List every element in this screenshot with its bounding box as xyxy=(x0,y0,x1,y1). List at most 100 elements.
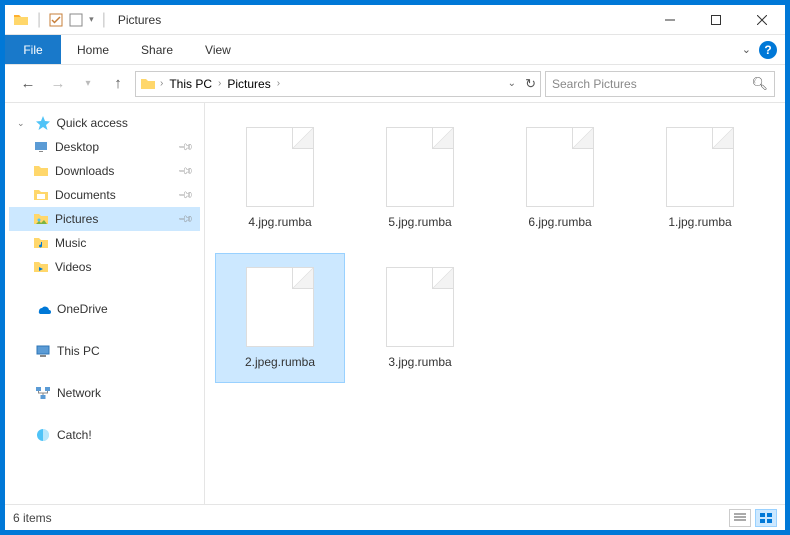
search-input[interactable]: Search Pictures 🔍︎ xyxy=(545,71,775,97)
breadcrumb-thispc[interactable]: This PC xyxy=(167,77,214,91)
sidebar-item-label: Pictures xyxy=(55,212,98,226)
catch-icon xyxy=(35,427,51,443)
file-thumbnail-icon xyxy=(246,127,314,207)
chevron-right-icon[interactable]: › xyxy=(218,78,221,89)
sidebar-item-music[interactable]: Music xyxy=(9,231,200,255)
thumbnails-view-button[interactable] xyxy=(755,509,777,527)
file-item[interactable]: 5.jpg.rumba xyxy=(355,113,485,243)
up-button[interactable]: ↑ xyxy=(105,71,131,97)
tab-view[interactable]: View xyxy=(189,35,247,64)
file-item[interactable]: 3.jpg.rumba xyxy=(355,253,485,383)
file-name: 3.jpg.rumba xyxy=(388,355,451,369)
file-name: 1.jpg.rumba xyxy=(668,215,731,229)
file-item[interactable]: 4.jpg.rumba xyxy=(215,113,345,243)
address-bar[interactable]: › This PC › Pictures › ⌄ ↻ xyxy=(135,71,541,97)
ribbon-expand-icon[interactable]: ⌄ xyxy=(742,43,751,56)
pin-icon: 📌︎ xyxy=(177,187,194,204)
pin-icon: 📌︎ xyxy=(177,163,194,180)
computer-icon xyxy=(35,343,51,359)
star-icon xyxy=(35,115,51,131)
sidebar-item-label: Documents xyxy=(55,188,116,202)
back-button[interactable]: ← xyxy=(15,71,41,97)
refresh-icon[interactable]: ↻ xyxy=(525,76,536,92)
quick-access-label: Quick access xyxy=(57,116,128,130)
forward-button[interactable]: → xyxy=(45,71,71,97)
file-grid[interactable]: 4.jpg.rumba 5.jpg.rumba 6.jpg.rumba 1.jpg.r… xyxy=(205,103,785,504)
ribbon: File Home Share View ⌄ ? xyxy=(5,35,785,65)
sidebar-thispc[interactable]: This PC xyxy=(9,339,200,363)
network-icon xyxy=(35,385,51,401)
checkbox-icon[interactable] xyxy=(49,13,63,27)
ribbon-right: ⌄ ? xyxy=(742,35,785,64)
sidebar-item-desktop[interactable]: Desktop 📌︎ xyxy=(9,135,200,159)
separator: | xyxy=(102,11,106,29)
chevron-down-icon: ⌄ xyxy=(17,118,25,129)
file-name: 4.jpg.rumba xyxy=(248,215,311,229)
sidebar-item-videos[interactable]: Videos xyxy=(9,255,200,279)
thispc-group: This PC xyxy=(9,339,200,363)
close-button[interactable] xyxy=(739,5,785,35)
file-item[interactable]: 1.jpg.rumba xyxy=(635,113,765,243)
help-icon[interactable]: ? xyxy=(759,41,777,59)
folder-icon xyxy=(140,76,156,92)
tab-home[interactable]: Home xyxy=(61,35,125,64)
file-thumbnail-icon xyxy=(386,127,454,207)
pictures-icon xyxy=(33,211,49,227)
sidebar-item-label: Desktop xyxy=(55,140,99,154)
search-icon[interactable]: 🔍︎ xyxy=(751,76,768,92)
sidebar-item-label: Music xyxy=(55,236,86,250)
quick-access-header[interactable]: ⌄ Quick access xyxy=(9,111,200,135)
explorer-window: | ▾ | Pictures File Home Share xyxy=(4,4,786,531)
network-label: Network xyxy=(57,386,101,400)
file-item[interactable]: 6.jpg.rumba xyxy=(495,113,625,243)
onedrive-label: OneDrive xyxy=(57,302,108,316)
qa-dropdown-icon[interactable]: ▾ xyxy=(89,14,94,25)
chevron-right-icon[interactable]: › xyxy=(277,78,280,89)
window-controls xyxy=(647,5,785,35)
sidebar-item-label: Videos xyxy=(55,260,91,274)
sidebar-item-pictures[interactable]: Pictures📌︎ xyxy=(9,207,200,231)
file-tab[interactable]: File xyxy=(5,35,61,64)
tab-share[interactable]: Share xyxy=(125,35,189,64)
sidebar-item-downloads[interactable]: Downloads 📌︎ xyxy=(9,159,200,183)
chevron-right-icon[interactable]: › xyxy=(160,78,163,89)
sidebar-item-documents[interactable]: Documents 📌︎ xyxy=(9,183,200,207)
file-thumbnail-icon xyxy=(666,127,734,207)
minimize-button[interactable] xyxy=(647,5,693,35)
statusbar: 6 items xyxy=(5,504,785,530)
quick-access-group: ⌄ Quick access Desktop📌︎Downloads📌︎Docum… xyxy=(9,111,200,279)
search-placeholder: Search Pictures xyxy=(552,77,637,91)
onedrive-group: OneDrive xyxy=(9,297,200,321)
breadcrumb-pictures[interactable]: Pictures xyxy=(225,77,272,91)
separator: | xyxy=(37,11,41,29)
navbar: ← → ▾ ↑ › This PC › Pictures › ⌄ ↻ Searc… xyxy=(5,65,785,103)
file-name: 6.jpg.rumba xyxy=(528,215,591,229)
address-dropdown-icon[interactable]: ⌄ xyxy=(508,78,516,89)
content-area: ⌄ Quick access Desktop📌︎Downloads📌︎Docum… xyxy=(5,103,785,504)
sidebar-network[interactable]: Network xyxy=(9,381,200,405)
sidebar-onedrive[interactable]: OneDrive xyxy=(9,297,200,321)
maximize-button[interactable] xyxy=(693,5,739,35)
titlebar: | ▾ | Pictures xyxy=(5,5,785,35)
sidebar-catch[interactable]: Catch! xyxy=(9,423,200,447)
details-view-button[interactable] xyxy=(729,509,751,527)
sidebar-item-label: Downloads xyxy=(55,164,114,178)
file-thumbnail-icon xyxy=(386,267,454,347)
thispc-label: This PC xyxy=(57,344,100,358)
file-thumbnail-icon xyxy=(526,127,594,207)
window-title: Pictures xyxy=(118,13,161,27)
music-icon xyxy=(33,235,49,251)
documents-icon xyxy=(33,187,49,203)
recent-dropdown-icon[interactable]: ▾ xyxy=(75,71,101,97)
navigation-pane[interactable]: ⌄ Quick access Desktop📌︎Downloads📌︎Docum… xyxy=(5,103,205,504)
desktop-icon xyxy=(33,139,49,155)
pin-icon: 📌︎ xyxy=(177,139,194,156)
item-count: 6 items xyxy=(13,511,52,525)
file-thumbnail-icon xyxy=(246,267,314,347)
network-group: Network xyxy=(9,381,200,405)
dropdown-icon[interactable] xyxy=(69,13,83,27)
file-item[interactable]: 2.jpeg.rumba xyxy=(215,253,345,383)
folder-icon xyxy=(33,163,49,179)
catch-group: Catch! xyxy=(9,423,200,447)
file-name: 5.jpg.rumba xyxy=(388,215,451,229)
